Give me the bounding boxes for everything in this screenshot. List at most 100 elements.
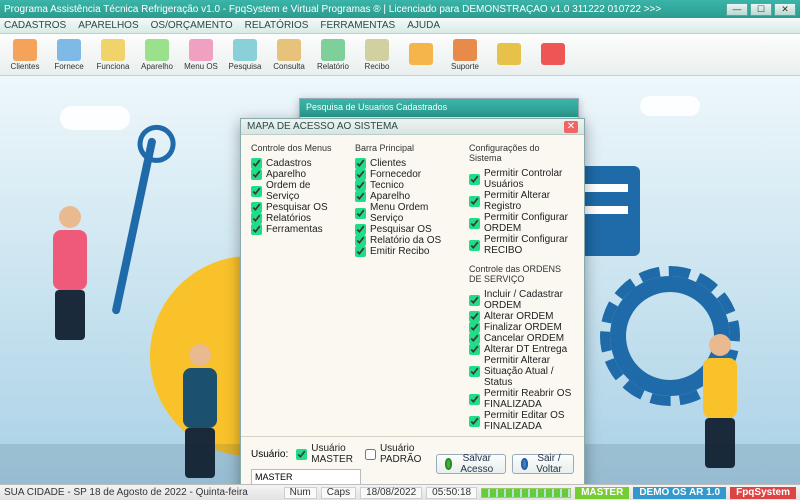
chk-ordem[interactable]: Cancelar ORDEM <box>469 333 574 344</box>
chk-barra[interactable]: Clientes <box>355 158 457 169</box>
tool-icon <box>13 39 37 61</box>
tool-menu os[interactable]: Menu OS <box>180 36 222 74</box>
col-menus-header: Controle dos Menus <box>251 143 343 153</box>
chk-ordem[interactable]: Incluir / Cadastrar ORDEM <box>469 289 574 311</box>
access-map-dialog: MAPA DE ACESSO AO SISTEMA ✕ Controle dos… <box>240 118 585 484</box>
col-right: Configurações do Sistema Permitir Contro… <box>469 143 574 432</box>
chk-ordem[interactable]: Finalizar ORDEM <box>469 322 574 333</box>
chk-label: Ferramentas <box>266 224 323 235</box>
chk-config[interactable]: Permitir Configurar RECIBO <box>469 234 574 256</box>
chk-menu[interactable]: Pesquisar OS <box>251 202 343 213</box>
chk-menu[interactable]: Ferramentas <box>251 224 343 235</box>
tool-consulta[interactable]: Consulta <box>268 36 310 74</box>
col-menus: Controle dos Menus CadastrosAparelhoOrde… <box>251 143 343 432</box>
chk-label: Fornecedor <box>370 169 421 180</box>
maximize-button[interactable]: ☐ <box>750 3 772 16</box>
statusbar: SUA CIDADE - SP 18 de Agosto de 2022 - Q… <box>0 484 800 500</box>
menu-aparelhos[interactable]: APARELHOS <box>78 20 138 31</box>
menu-cadastros[interactable]: CADASTROS <box>4 20 66 31</box>
bg-cloud <box>60 106 130 130</box>
chk-label: Permitir Editar OS FINALIZADA <box>484 410 574 432</box>
status-date: 18/08/2022 <box>360 487 422 499</box>
menu-ajuda[interactable]: AJUDA <box>407 20 440 31</box>
tool-icon <box>409 43 433 65</box>
tool-pesquisa[interactable]: Pesquisa <box>224 36 266 74</box>
close-button[interactable]: ✕ <box>774 3 796 16</box>
menu-ferramentas[interactable]: FERRAMENTAS <box>320 20 395 31</box>
exit-back-button[interactable]: Sair / Voltar <box>512 454 574 474</box>
minimize-button[interactable]: — <box>726 3 748 16</box>
tool-icon[interactable] <box>488 36 530 74</box>
user-input[interactable] <box>251 469 361 484</box>
tool-label: Aparelho <box>141 62 173 71</box>
chk-label: Alterar ORDEM <box>484 311 553 322</box>
tool-label: Recibo <box>365 62 390 71</box>
chk-config[interactable]: Permitir Configurar ORDEM <box>469 212 574 234</box>
tool-icon[interactable] <box>400 36 442 74</box>
chk-label: Menu Ordem Serviço <box>370 202 457 224</box>
dialog-close-button[interactable]: ✕ <box>564 121 578 133</box>
tool-label: Relatório <box>317 62 349 71</box>
tool-funciona[interactable]: Funciona <box>92 36 134 74</box>
tool-icon <box>321 39 345 61</box>
chk-label: Aparelho <box>370 191 410 202</box>
tool-fornece[interactable]: Fornece <box>48 36 90 74</box>
tool-icon <box>233 39 257 61</box>
chk-barra[interactable]: Pesquisar OS <box>355 224 457 235</box>
chk-label: Permitir Alterar Registro <box>484 190 574 212</box>
menu-relatórios[interactable]: RELATÓRIOS <box>245 20 309 31</box>
tool-label: Fornece <box>54 62 83 71</box>
chk-ordem[interactable]: Permitir Reabrir OS FINALIZADA <box>469 388 574 410</box>
chk-ordem[interactable]: Permitir Alterar Situação Atual / Status <box>469 355 574 388</box>
chk-label: Relatório da OS <box>370 235 441 246</box>
status-demo-tag: DEMO OS AR 1.0 <box>633 487 726 499</box>
tool-icon[interactable] <box>532 36 574 74</box>
menu-os/orçamento[interactable]: OS/ORÇAMENTO <box>151 20 233 31</box>
status-num: Num <box>284 487 317 499</box>
bg-person <box>40 206 100 346</box>
chk-barra[interactable]: Fornecedor <box>355 169 457 180</box>
dialog-titlebar: MAPA DE ACESSO AO SISTEMA ✕ <box>241 119 584 135</box>
chk-menu[interactable]: Aparelho <box>251 169 343 180</box>
tool-recibo[interactable]: Recibo <box>356 36 398 74</box>
chk-barra[interactable]: Relatório da OS <box>355 235 457 246</box>
chk-user-padrao[interactable]: Usuário PADRÃO <box>365 443 426 465</box>
status-location-date: SUA CIDADE - SP 18 de Agosto de 2022 - Q… <box>4 487 248 498</box>
chk-menu[interactable]: Cadastros <box>251 158 343 169</box>
chk-menu[interactable]: Ordem de Serviço <box>251 180 343 202</box>
chk-ordem[interactable]: Alterar ORDEM <box>469 311 574 322</box>
window-titlebar: Programa Assistência Técnica Refrigeraçã… <box>0 0 800 18</box>
chk-barra[interactable]: Emitir Recibo <box>355 246 457 257</box>
save-access-button[interactable]: Salvar Acesso <box>436 454 506 474</box>
chk-menu[interactable]: Relatórios <box>251 213 343 224</box>
chk-label: Alterar DT Entrega <box>484 344 567 355</box>
tool-icon <box>101 39 125 61</box>
tool-label: Suporte <box>451 62 479 71</box>
chk-config[interactable]: Permitir Alterar Registro <box>469 190 574 212</box>
chk-label: Ordem de Serviço <box>266 180 343 202</box>
tool-clientes[interactable]: Clientes <box>4 36 46 74</box>
chk-ordem[interactable]: Permitir Editar OS FINALIZADA <box>469 410 574 432</box>
status-user-tag: MASTER <box>575 487 629 499</box>
chk-label: Cancelar ORDEM <box>484 333 564 344</box>
chk-barra[interactable]: Menu Ordem Serviço <box>355 202 457 224</box>
search-users-title: Pesquisa de Usuarios Cadastrados <box>300 99 578 117</box>
chk-label: Permitir Configurar ORDEM <box>484 212 574 234</box>
col-barra-header: Barra Principal <box>355 143 457 153</box>
chk-barra[interactable]: Aparelho <box>355 191 457 202</box>
chk-user-master[interactable]: Usuário MASTER <box>296 443 357 465</box>
col-barra: Barra Principal ClientesFornecedorTecnic… <box>355 143 457 432</box>
chk-ordem[interactable]: Alterar DT Entrega <box>469 344 574 355</box>
tool-label: Pesquisa <box>229 62 262 71</box>
tool-relatório[interactable]: Relatório <box>312 36 354 74</box>
chk-barra[interactable]: Tecnico <box>355 180 457 191</box>
chk-label: Tecnico <box>370 180 404 191</box>
chk-config[interactable]: Permitir Controlar Usuários <box>469 168 574 190</box>
tool-icon <box>277 39 301 61</box>
tool-aparelho[interactable]: Aparelho <box>136 36 178 74</box>
user-label: Usuário: <box>251 449 288 460</box>
status-progress <box>481 488 571 498</box>
tool-icon <box>541 43 565 65</box>
tool-icon <box>453 39 477 61</box>
tool-suporte[interactable]: Suporte <box>444 36 486 74</box>
